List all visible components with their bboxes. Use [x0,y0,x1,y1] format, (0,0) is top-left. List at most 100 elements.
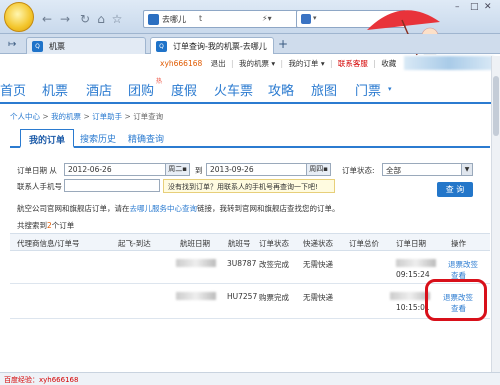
flight-number: 3U8787 [227,259,257,268]
nav-tickets[interactable]: 门票 [355,80,381,99]
tab-my-orders[interactable]: 我的订单 [20,129,75,148]
from-date-value: 2012-06-26 [68,165,112,174]
logout-link[interactable]: 退出 [211,59,226,68]
chevron-down-icon: ▾ [388,85,392,93]
search-engine-icon [301,14,311,24]
breadcrumb-item[interactable]: 我的机票 [51,112,81,121]
nav-groupbuy[interactable]: 团购 [128,80,154,99]
favorites-icon[interactable]: ☆ [110,12,124,26]
nav-train[interactable]: 火车票 [214,80,253,99]
forward-arrow-icon[interactable]: → [58,12,72,26]
user-bar: xyh666168 退出 | 我的机票 ▾ | 我的订单 ▾ | 联系客服 | … [160,59,397,68]
breadcrumb-item[interactable]: 订单助手 [92,112,122,121]
browser-logo [4,2,34,32]
count-suffix: 个订单 [51,221,75,230]
order-time: 09:15:24 [396,270,430,279]
tab-exact-query[interactable]: 精确查询 [120,129,172,148]
dropdown-arrow-icon[interactable]: ▾ [313,14,317,22]
col-flight-no: 航班号 [228,239,251,248]
refresh-icon[interactable]: ↻ [78,12,92,26]
tab-flights[interactable]: Q 机票 [26,37,146,54]
refund-change-link[interactable]: 退票改签 [448,259,478,270]
address-suffix: t [199,14,203,23]
to-label: 到 [195,166,203,175]
col-order-date: 订单日期 [396,239,426,248]
count-prefix: 共搜索到 [17,221,47,230]
phone-input[interactable] [64,179,160,192]
blurred-banner [404,56,494,70]
to-day: 周四 [309,165,324,173]
favorite-link[interactable]: 收藏 [381,59,396,68]
new-tab-button[interactable]: + [278,37,288,51]
express-status: 无需快递 [303,293,333,302]
redacted-date [390,292,430,300]
notice-text: 航空公司官网和旗舰店订单，请在 [17,204,130,213]
to-date-input[interactable]: 2013-09-26 周四▪ [206,163,331,176]
nav-hotels[interactable]: 酒店 [86,80,112,99]
row-divider [10,283,490,284]
calendar-icon[interactable]: 周二▪ [165,164,189,175]
redacted-date [176,292,216,300]
col-actions: 操作 [451,239,466,248]
my-orders-link[interactable]: 我的订单 [288,59,318,68]
flight-number: HU7257 [227,292,258,301]
calendar-icon[interactable]: 周四▪ [306,164,330,175]
order-date-label: 订单日期 从 [17,166,57,175]
scrollbar-thumb[interactable] [493,76,499,136]
phone-hint-tooltip: 没有找到订单？用联系人的手机号再查询一下吧! [163,179,335,193]
nav-flights[interactable]: 机票 [42,80,68,99]
col-flight-date: 航班日期 [180,239,210,248]
home-icon[interactable]: ⌂ [94,12,108,26]
order-status: 改签完成 [259,260,289,269]
nav-vacation[interactable]: 度假 [171,80,197,99]
qunar-tab-icon: Q [32,41,43,52]
nav-photos[interactable]: 旅图 [311,80,337,99]
notice-text: 链接，我转到官网和旗舰店查找您的订单。 [197,204,340,213]
highlight-circle [425,279,487,321]
my-tickets-link[interactable]: 我的机票 [239,59,269,68]
tab-order-query[interactable]: Q 订单查询-我的机票-去哪儿 [150,37,274,54]
tab-label: 订单查询-我的机票-去哪儿 [173,42,267,51]
breadcrumb-current: 订单查询 [133,112,164,121]
col-total: 订单总价 [349,239,379,248]
to-date-value: 2013-09-26 [210,165,254,174]
order-status-select[interactable]: 全部 ▼ [382,163,473,176]
breadcrumb: 个人中心 > 我的机票 > 订单助手 > 订单查询 [10,112,164,121]
service-center-link[interactable]: 去哪儿服务中心查询 [130,204,198,213]
chevron-down-icon: ▾ [268,59,276,68]
watermark-text: 百度经验：xyh666168 [4,376,79,384]
col-route: 起飞-到达 [118,239,151,248]
from-date-input[interactable]: 2012-06-26 周二▪ [64,163,190,176]
site-icon [148,14,159,25]
username: xyh666168 [160,59,203,68]
address-text: 去哪儿 [162,15,186,24]
order-status: 购票完成 [259,293,289,302]
minimize-icon[interactable]: – [455,2,460,12]
sidebar-toggle-icon[interactable]: ↦ [8,39,16,50]
breadcrumb-item[interactable]: 个人中心 [10,112,40,121]
tab-label: 机票 [49,42,65,51]
result-count: 共搜索到2个订单 [17,220,74,231]
redacted-date [176,259,216,267]
lightning-icon[interactable]: ⚡▾ [262,14,272,23]
col-express-status: 快递状态 [303,239,333,248]
nav-guides[interactable]: 攻略 [268,80,294,99]
scrollbar[interactable] [491,56,500,372]
status-bar: 百度经验：xyh666168 [0,372,500,385]
maximize-icon[interactable]: □ [470,2,479,12]
tab-search-history[interactable]: 搜索历史 [72,129,124,148]
hot-badge: 热 [156,78,163,85]
phone-label: 联系人手机号 [17,182,62,191]
query-button[interactable]: 查 询 [437,182,473,197]
express-status: 无需快递 [303,260,333,269]
close-icon[interactable]: ✕ [484,2,492,12]
redacted-date [396,259,436,267]
main-nav: 首页 机票 酒店 团购 热 度假 火车票 攻略 旅图 门票 ▾ [0,74,500,104]
qunar-tab-icon: Q [156,41,167,52]
contact-service-link[interactable]: 联系客服 [338,59,368,68]
nav-home[interactable]: 首页 [0,80,26,99]
back-arrow-icon[interactable]: ← [40,12,54,26]
from-day: 周二 [168,165,183,173]
col-order-status: 订单状态 [259,239,289,248]
order-status-value: 全部 [386,166,401,175]
